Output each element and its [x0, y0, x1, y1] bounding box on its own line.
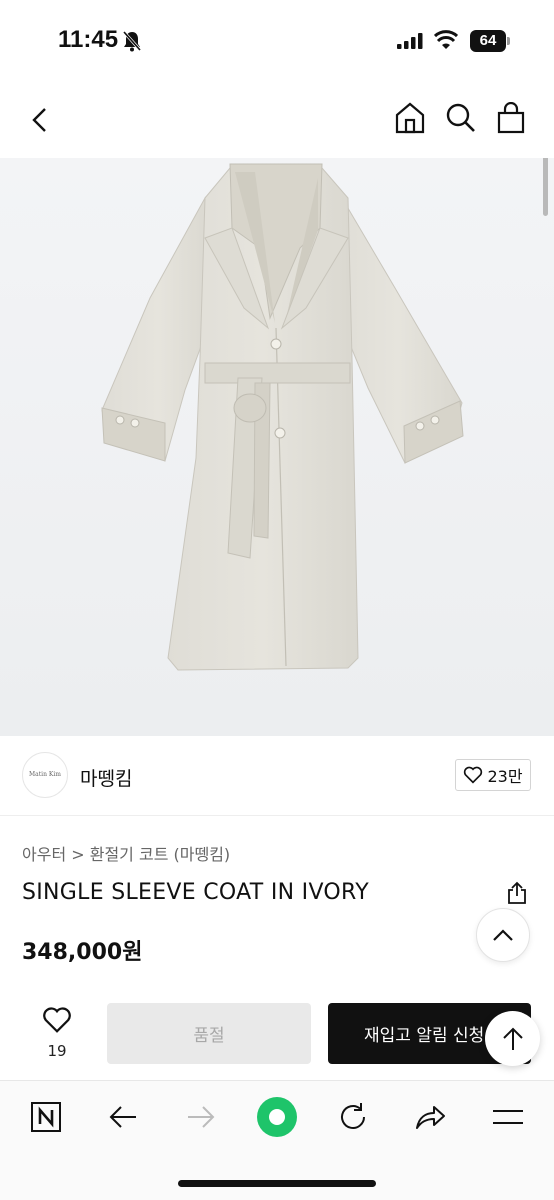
back-arrow-icon[interactable] — [108, 1105, 138, 1129]
product-price: 348,000원 — [22, 940, 143, 965]
battery-tip — [507, 37, 510, 45]
soldout-label: 품절 — [193, 1026, 225, 1046]
naver-n-icon[interactable] — [30, 1101, 62, 1133]
shopping-bag-icon[interactable] — [497, 102, 525, 134]
soldout-button: 품절 — [107, 1003, 311, 1064]
home-indicator — [178, 1180, 376, 1187]
restock-label: 재입고 알림 신청 — [364, 1026, 485, 1046]
bottom-action-bar: 19 품절 재입고 알림 신청 — [0, 996, 554, 1080]
product-title: SINGLE SLEEVE COAT IN IVORY — [22, 880, 369, 905]
seller-logo-text: Matin Kim — [29, 771, 61, 778]
chevron-up-icon — [493, 929, 513, 941]
seller-logo[interactable]: Matin Kim — [22, 752, 68, 798]
share-icon[interactable] — [506, 881, 528, 905]
menu-icon[interactable] — [492, 1108, 524, 1126]
seller-like-button[interactable]: 23만 — [455, 759, 531, 791]
seller-like-count: 23만 — [487, 767, 523, 786]
product-image[interactable] — [0, 158, 554, 736]
search-icon[interactable] — [445, 102, 477, 134]
heart-icon — [464, 766, 483, 784]
nav-header — [0, 82, 554, 158]
wifi-icon — [434, 30, 458, 49]
refresh-icon[interactable] — [338, 1102, 368, 1132]
seller-name[interactable]: 마뗑킴 — [80, 764, 132, 791]
green-dot-icon[interactable] — [256, 1096, 298, 1138]
collapse-button[interactable] — [476, 908, 530, 962]
scroll-top-button[interactable] — [485, 1011, 540, 1066]
forward-arrow-icon[interactable] — [186, 1105, 216, 1129]
image-scroll-indicator — [543, 158, 548, 216]
wish-button[interactable]: 19 — [38, 1006, 76, 1060]
seller-row[interactable]: Matin Kim 마뗑킴 23만 — [0, 736, 554, 816]
wish-count: 19 — [47, 1042, 67, 1060]
share-arrow-icon[interactable] — [414, 1103, 446, 1131]
heart-outline-icon — [43, 1007, 71, 1033]
breadcrumb[interactable]: 아우터 > 환절기 코트 (마뗑킴) — [22, 841, 230, 865]
back-icon[interactable] — [28, 106, 52, 134]
battery-icon: 64 — [470, 30, 506, 52]
status-bar: 11:45 64 — [0, 0, 554, 82]
signal-icon — [397, 33, 423, 49]
coat-illustration — [101, 163, 464, 671]
home-icon[interactable] — [395, 102, 425, 134]
arrow-up-icon — [502, 1027, 523, 1050]
status-time: 11:45 — [58, 26, 119, 53]
bell-slash-icon — [122, 31, 142, 52]
